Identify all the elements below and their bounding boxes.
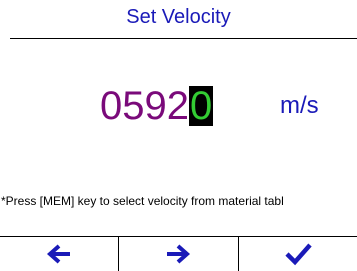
velocity-unit-label: m/s — [280, 92, 319, 119]
mem-key-hint: *Press [MEM] key to select velocity from… — [1, 194, 284, 208]
checkmark-icon — [285, 243, 312, 266]
move-cursor-left-button[interactable] — [0, 237, 118, 271]
velocity-digit-4[interactable]: 2 — [167, 82, 189, 130]
softkey-bar — [0, 236, 357, 271]
velocity-digit-2[interactable]: 5 — [122, 82, 144, 130]
arrow-left-icon — [47, 244, 71, 264]
velocity-digit-3[interactable]: 9 — [145, 82, 167, 130]
page-title: Set Velocity — [126, 6, 231, 28]
velocity-digit-5-cursor[interactable]: 0 — [189, 86, 214, 126]
velocity-digit-1[interactable]: 0 — [100, 82, 122, 130]
title-divider — [10, 38, 357, 39]
arrow-right-icon — [167, 244, 191, 264]
velocity-readout[interactable]: 0 5 9 2 0 — [100, 82, 214, 130]
move-cursor-right-button[interactable] — [118, 237, 237, 271]
confirm-button[interactable] — [237, 237, 357, 271]
